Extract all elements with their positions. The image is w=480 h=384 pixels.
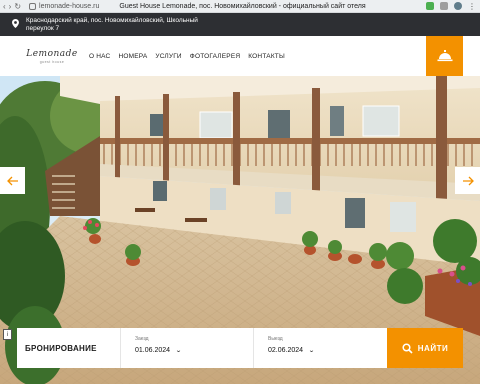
browser-toolbar: ‹ › ↻ lemonade-house.ru Guest House Lemo… bbox=[0, 0, 480, 13]
logo[interactable]: Lemonade guest house bbox=[17, 49, 79, 64]
slider-prev-button[interactable] bbox=[0, 167, 25, 194]
info-badge[interactable]: i bbox=[3, 329, 12, 340]
top-info-bar: Краснодарский край, пос. Новомихайловски… bbox=[0, 13, 480, 36]
booking-bar: БРОНИРОВАНИЕ Заезд 01.06.2024 ⌄ Выезд 02… bbox=[17, 328, 463, 368]
checkin-field[interactable]: Заезд 01.06.2024 ⌄ bbox=[120, 328, 253, 368]
search-button[interactable]: НАЙТИ bbox=[387, 328, 463, 368]
slider-next-button[interactable] bbox=[455, 167, 480, 194]
booking-title: БРОНИРОВАНИЕ bbox=[25, 343, 97, 353]
menu-dots-icon[interactable]: ⋮ bbox=[468, 2, 476, 11]
nav-item-gallery[interactable]: ФОТОГАЛЕРЕЯ bbox=[190, 53, 240, 60]
address-bar[interactable]: lemonade-house.ru bbox=[39, 3, 99, 10]
bell-icon bbox=[437, 50, 452, 62]
tab-title: Guest House Lemonade, пос. Новомихайловс… bbox=[119, 2, 366, 10]
checkout-field[interactable]: Выезд 02.06.2024 ⌄ bbox=[253, 328, 386, 368]
search-icon bbox=[402, 342, 413, 354]
lock-icon[interactable] bbox=[29, 2, 37, 10]
search-button-label: НАЙТИ bbox=[417, 343, 449, 353]
back-icon[interactable]: ‹ bbox=[3, 2, 6, 11]
nav-item-services[interactable]: УСЛУГИ bbox=[155, 53, 181, 60]
nav-item-rooms[interactable]: НОМЕРА bbox=[118, 53, 147, 60]
nav-item-contacts[interactable]: КОНТАКТЫ bbox=[248, 53, 285, 60]
reload-icon[interactable]: ↻ bbox=[14, 2, 21, 11]
checkout-value[interactable]: 02.06.2024 bbox=[268, 347, 303, 354]
nav-item-about[interactable]: О НАС bbox=[89, 53, 110, 60]
extension-icon[interactable] bbox=[440, 2, 448, 10]
location-pin-icon bbox=[12, 19, 19, 28]
checkin-label: Заезд bbox=[135, 336, 149, 342]
forward-icon[interactable]: › bbox=[9, 2, 12, 11]
browser-nav: ‹ › ↻ bbox=[0, 2, 21, 11]
chevron-down-icon[interactable]: ⌄ bbox=[175, 347, 182, 354]
chevron-right-icon bbox=[462, 176, 474, 185]
site-header: Lemonade guest house О НАС НОМЕРА УСЛУГИ… bbox=[17, 36, 463, 76]
checkout-label: Выезд bbox=[268, 336, 283, 342]
logo-subtitle: guest house bbox=[39, 59, 65, 64]
logo-brand: Lemonade bbox=[26, 48, 78, 59]
reception-bell-button[interactable] bbox=[426, 36, 463, 76]
checkin-value[interactable]: 01.06.2024 bbox=[135, 347, 170, 354]
chevron-left-icon bbox=[6, 176, 18, 185]
extension-icon[interactable] bbox=[426, 2, 434, 10]
chevron-down-icon[interactable]: ⌄ bbox=[308, 347, 315, 354]
profile-avatar[interactable] bbox=[454, 2, 462, 10]
main-nav: О НАС НОМЕРА УСЛУГИ ФОТОГАЛЕРЕЯ КОНТАКТЫ bbox=[89, 53, 285, 60]
address-text: Краснодарский край, пос. Новомихайловски… bbox=[26, 16, 198, 32]
